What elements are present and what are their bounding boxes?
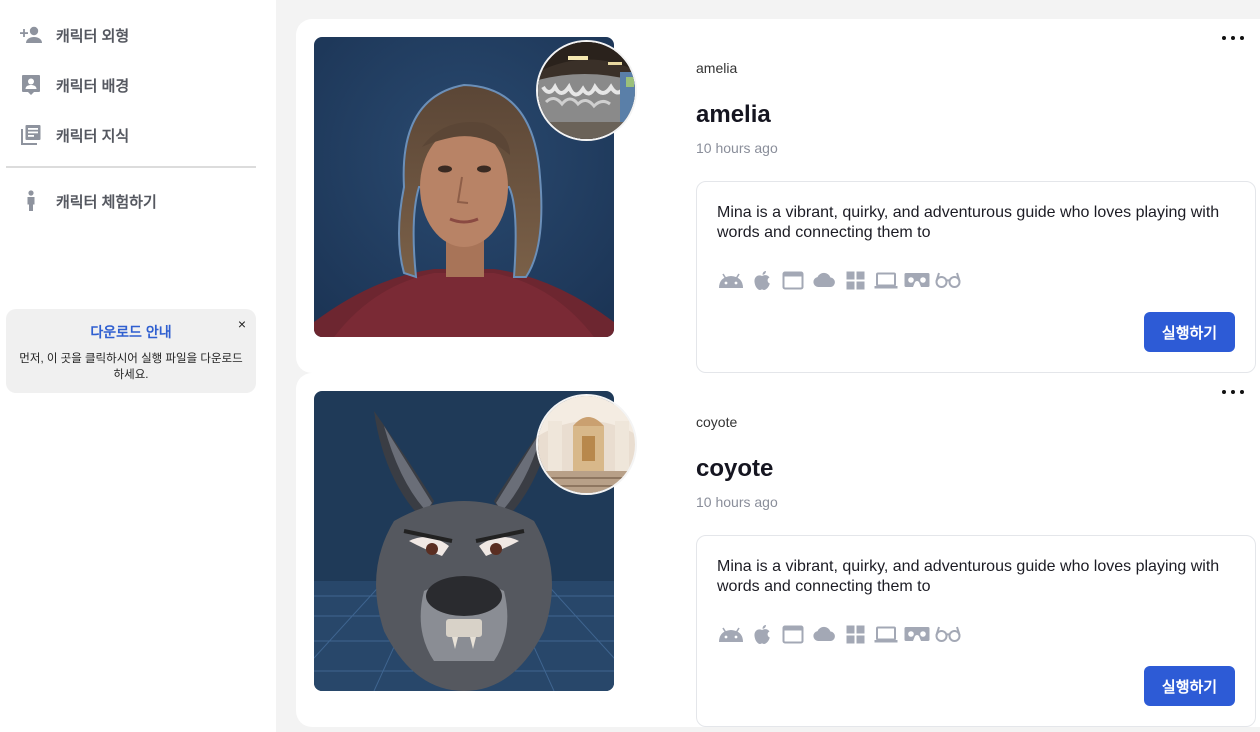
android-icon	[717, 622, 745, 646]
sidebar-item-label: 캐릭터 지식	[56, 127, 130, 145]
character-card: amelia amelia 10 hours ago Mina is a vib…	[296, 19, 1260, 373]
updated-time: 10 hours ago	[696, 140, 778, 156]
notice-body: 먼저, 이 곳을 클릭하시어 실행 파일을 다운로드 하세요.	[19, 353, 243, 381]
character-description: Mina is a vibrant, quirky, and adventuro…	[717, 558, 1220, 595]
close-icon[interactable]: ×	[238, 317, 246, 331]
more-options-icon[interactable]	[1222, 385, 1244, 399]
library-books-icon	[18, 122, 44, 148]
laptop-icon	[872, 622, 900, 646]
character-id: coyote	[696, 414, 738, 430]
browser-window-icon	[779, 622, 807, 646]
background-thumbnail	[536, 40, 637, 141]
character-card: coyote coyote 10 hours ago Mina is a vib…	[296, 373, 1260, 727]
background-thumbnail	[536, 394, 637, 495]
character-name: amelia	[696, 101, 771, 128]
updated-time: 10 hours ago	[696, 494, 778, 510]
platform-list	[717, 268, 965, 292]
cloud-icon	[810, 268, 838, 292]
windows-icon	[841, 268, 869, 292]
standing-person-icon	[18, 188, 44, 214]
character-name: coyote	[696, 455, 774, 482]
character-id: amelia	[696, 60, 738, 76]
vr-headset-icon	[903, 622, 931, 646]
android-icon	[717, 268, 745, 292]
ar-glasses-icon	[934, 622, 962, 646]
character-info-panel: Mina is a vibrant, quirky, and adventuro…	[696, 181, 1256, 373]
sidebar-item-label: 캐릭터 외형	[56, 27, 130, 45]
sidebar-divider	[6, 166, 256, 168]
sidebar-item-label: 캐릭터 배경	[56, 77, 130, 95]
laptop-icon	[872, 268, 900, 292]
notice-title: 다운로드 안내	[90, 324, 172, 340]
vr-headset-icon	[903, 268, 931, 292]
cloud-icon	[810, 622, 838, 646]
download-notice[interactable]: 다운로드 안내 먼저, 이 곳을 클릭하시어 실행 파일을 다운로드 하세요. …	[6, 309, 256, 393]
contact-card-icon	[18, 72, 44, 98]
character-info-panel: Mina is a vibrant, quirky, and adventuro…	[696, 535, 1256, 727]
platform-list	[717, 622, 965, 646]
sidebar-item-experience[interactable]: 캐릭터 체험하기	[18, 185, 157, 217]
character-description: Mina is a vibrant, quirky, and adventuro…	[717, 204, 1220, 241]
sidebar-item-knowledge[interactable]: 캐릭터 지식	[18, 119, 129, 151]
ar-glasses-icon	[934, 268, 962, 292]
run-button[interactable]: 실행하기	[1144, 666, 1235, 706]
sidebar-item-background[interactable]: 캐릭터 배경	[18, 69, 129, 101]
run-button[interactable]: 실행하기	[1144, 312, 1235, 352]
sidebar: 캐릭터 외형 캐릭터 배경 캐릭터 지식 캐릭터 체험하기 다운로드 안내 먼저…	[0, 0, 276, 732]
windows-icon	[841, 622, 869, 646]
apple-icon	[748, 622, 776, 646]
sidebar-item-appearance[interactable]: 캐릭터 외형	[18, 19, 129, 51]
browser-window-icon	[779, 268, 807, 292]
apple-icon	[748, 268, 776, 292]
person-add-icon	[18, 22, 44, 48]
more-options-icon[interactable]	[1222, 31, 1244, 45]
sidebar-item-label: 캐릭터 체험하기	[56, 193, 157, 211]
